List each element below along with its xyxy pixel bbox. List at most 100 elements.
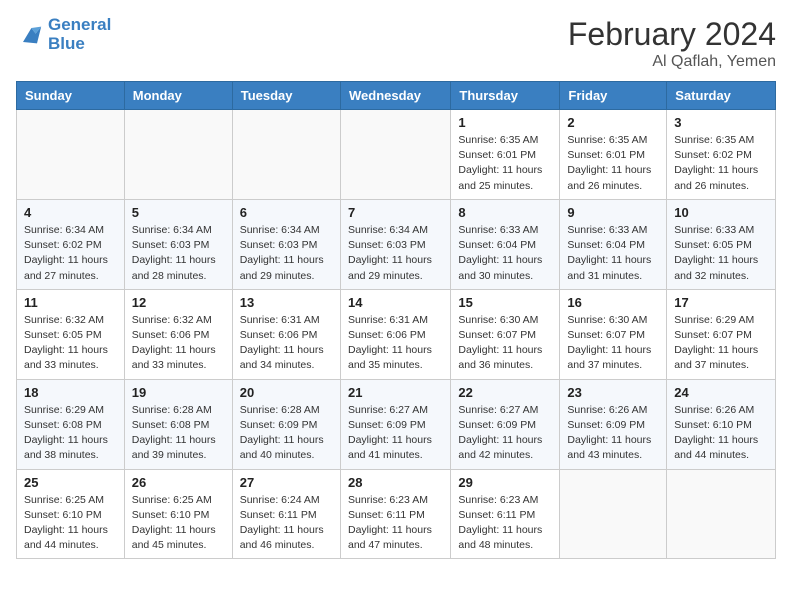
calendar-cell: 11Sunrise: 6:32 AMSunset: 6:05 PMDayligh… (17, 289, 125, 379)
calendar-cell: 26 Sunrise: 6:25 AMSunset: 6:10 PMDayligh… (124, 469, 232, 559)
col-header-thursday: Thursday (451, 82, 560, 110)
calendar-cell: 5 Sunrise: 6:34 AMSunset: 6:03 PMDaylight… (124, 199, 232, 289)
day-info: Sunrise: 6:26 AMSunset: 6:09 PMDaylight:… (567, 403, 659, 464)
calendar-cell: 8 Sunrise: 6:33 AMSunset: 6:04 PMDaylight… (451, 199, 560, 289)
page-header: General Blue February 2024 Al Qaflah, Ye… (16, 16, 776, 71)
calendar-cell: 9 Sunrise: 6:33 AMSunset: 6:04 PMDaylight… (560, 199, 667, 289)
day-info: Sunrise: 6:35 AMSunset: 6:01 PMDaylight:… (567, 133, 659, 194)
day-number: 8 (458, 205, 552, 220)
day-number: 9 (567, 205, 659, 220)
day-number: 18 (24, 385, 117, 400)
day-info: Sunrise: 6:35 AMSunset: 6:01 PMDaylight:… (458, 133, 552, 194)
day-number: 2 (567, 115, 659, 130)
day-number: 22 (458, 385, 552, 400)
day-info: Sunrise: 6:32 AMSunset: 6:06 PMDaylight:… (132, 313, 225, 374)
day-info: Sunrise: 6:29 AMSunset: 6:08 PMDaylight:… (24, 403, 117, 464)
day-number: 25 (24, 475, 117, 490)
day-number: 14 (348, 295, 443, 310)
calendar-week-row: 1 Sunrise: 6:35 AMSunset: 6:01 PMDaylight… (17, 110, 776, 200)
location-subtitle: Al Qaflah, Yemen (568, 53, 776, 71)
calendar-week-row: 18 Sunrise: 6:29 AMSunset: 6:08 PMDayligh… (17, 379, 776, 469)
day-number: 28 (348, 475, 443, 490)
day-number: 13 (240, 295, 333, 310)
calendar-cell: 10Sunrise: 6:33 AMSunset: 6:05 PMDayligh… (667, 199, 776, 289)
calendar-cell: 20Sunrise: 6:28 AMSunset: 6:09 PMDayligh… (232, 379, 340, 469)
calendar-cell (17, 110, 125, 200)
day-info: Sunrise: 6:34 AMSunset: 6:03 PMDaylight:… (240, 223, 333, 284)
day-info: Sunrise: 6:26 AMSunset: 6:10 PMDaylight:… (674, 403, 768, 464)
day-number: 6 (240, 205, 333, 220)
day-number: 17 (674, 295, 768, 310)
calendar-cell: 22 Sunrise: 6:27 AMSunset: 6:09 PMDayligh… (451, 379, 560, 469)
day-number: 21 (348, 385, 443, 400)
calendar-week-row: 4 Sunrise: 6:34 AMSunset: 6:02 PMDaylight… (17, 199, 776, 289)
logo-icon (16, 21, 44, 49)
calendar-week-row: 11Sunrise: 6:32 AMSunset: 6:05 PMDayligh… (17, 289, 776, 379)
day-number: 29 (458, 475, 552, 490)
day-info: Sunrise: 6:33 AMSunset: 6:05 PMDaylight:… (674, 223, 768, 284)
day-number: 15 (458, 295, 552, 310)
day-info: Sunrise: 6:30 AMSunset: 6:07 PMDaylight:… (458, 313, 552, 374)
day-number: 19 (132, 385, 225, 400)
logo-text: General Blue (48, 16, 111, 53)
day-info: Sunrise: 6:34 AMSunset: 6:02 PMDaylight:… (24, 223, 117, 284)
calendar-cell: 1 Sunrise: 6:35 AMSunset: 6:01 PMDaylight… (451, 110, 560, 200)
calendar-cell: 6 Sunrise: 6:34 AMSunset: 6:03 PMDaylight… (232, 199, 340, 289)
col-header-saturday: Saturday (667, 82, 776, 110)
calendar-cell: 19 Sunrise: 6:28 AMSunset: 6:08 PMDayligh… (124, 379, 232, 469)
col-header-monday: Monday (124, 82, 232, 110)
calendar-cell (340, 110, 450, 200)
calendar-cell: 13 Sunrise: 6:31 AMSunset: 6:06 PMDayligh… (232, 289, 340, 379)
day-info: Sunrise: 6:34 AMSunset: 6:03 PMDaylight:… (132, 223, 225, 284)
day-info: Sunrise: 6:23 AMSunset: 6:11 PMDaylight:… (348, 493, 443, 554)
calendar-cell: 4 Sunrise: 6:34 AMSunset: 6:02 PMDaylight… (17, 199, 125, 289)
calendar-cell (560, 469, 667, 559)
calendar-cell (667, 469, 776, 559)
calendar-cell: 23 Sunrise: 6:26 AMSunset: 6:09 PMDayligh… (560, 379, 667, 469)
col-header-friday: Friday (560, 82, 667, 110)
calendar-cell: 24 Sunrise: 6:26 AMSunset: 6:10 PMDayligh… (667, 379, 776, 469)
day-info: Sunrise: 6:35 AMSunset: 6:02 PMDaylight:… (674, 133, 768, 194)
calendar-cell: 27Sunrise: 6:24 AMSunset: 6:11 PMDayligh… (232, 469, 340, 559)
day-info: Sunrise: 6:27 AMSunset: 6:09 PMDaylight:… (458, 403, 552, 464)
day-info: Sunrise: 6:23 AMSunset: 6:11 PMDaylight:… (458, 493, 552, 554)
calendar-cell: 21 Sunrise: 6:27 AMSunset: 6:09 PMDayligh… (340, 379, 450, 469)
day-info: Sunrise: 6:25 AMSunset: 6:10 PMDaylight:… (132, 493, 225, 554)
day-info: Sunrise: 6:34 AMSunset: 6:03 PMDaylight:… (348, 223, 443, 284)
day-number: 7 (348, 205, 443, 220)
calendar-cell: 17Sunrise: 6:29 AMSunset: 6:07 PMDayligh… (667, 289, 776, 379)
day-number: 5 (132, 205, 225, 220)
day-number: 16 (567, 295, 659, 310)
col-header-tuesday: Tuesday (232, 82, 340, 110)
calendar-cell: 16 Sunrise: 6:30 AMSunset: 6:07 PMDayligh… (560, 289, 667, 379)
calendar-cell: 25 Sunrise: 6:25 AMSunset: 6:10 PMDayligh… (17, 469, 125, 559)
day-info: Sunrise: 6:25 AMSunset: 6:10 PMDaylight:… (24, 493, 117, 554)
day-number: 12 (132, 295, 225, 310)
calendar-cell: 2 Sunrise: 6:35 AMSunset: 6:01 PMDaylight… (560, 110, 667, 200)
day-info: Sunrise: 6:32 AMSunset: 6:05 PMDaylight:… (24, 313, 117, 374)
calendar-week-row: 25 Sunrise: 6:25 AMSunset: 6:10 PMDayligh… (17, 469, 776, 559)
day-number: 3 (674, 115, 768, 130)
day-info: Sunrise: 6:28 AMSunset: 6:09 PMDaylight:… (240, 403, 333, 464)
day-number: 1 (458, 115, 552, 130)
day-info: Sunrise: 6:33 AMSunset: 6:04 PMDaylight:… (458, 223, 552, 284)
day-info: Sunrise: 6:31 AMSunset: 6:06 PMDaylight:… (348, 313, 443, 374)
col-header-wednesday: Wednesday (340, 82, 450, 110)
day-info: Sunrise: 6:28 AMSunset: 6:08 PMDaylight:… (132, 403, 225, 464)
calendar-cell (232, 110, 340, 200)
calendar-cell: 3 Sunrise: 6:35 AMSunset: 6:02 PMDaylight… (667, 110, 776, 200)
day-number: 26 (132, 475, 225, 490)
calendar-cell: 29 Sunrise: 6:23 AMSunset: 6:11 PMDayligh… (451, 469, 560, 559)
day-number: 23 (567, 385, 659, 400)
day-info: Sunrise: 6:31 AMSunset: 6:06 PMDaylight:… (240, 313, 333, 374)
day-number: 27 (240, 475, 333, 490)
day-info: Sunrise: 6:30 AMSunset: 6:07 PMDaylight:… (567, 313, 659, 374)
day-info: Sunrise: 6:33 AMSunset: 6:04 PMDaylight:… (567, 223, 659, 284)
calendar-header-row: SundayMondayTuesdayWednesdayThursdayFrid… (17, 82, 776, 110)
day-number: 24 (674, 385, 768, 400)
calendar-cell: 18 Sunrise: 6:29 AMSunset: 6:08 PMDayligh… (17, 379, 125, 469)
calendar-cell: 12 Sunrise: 6:32 AMSunset: 6:06 PMDayligh… (124, 289, 232, 379)
day-number: 4 (24, 205, 117, 220)
calendar-cell: 28 Sunrise: 6:23 AMSunset: 6:11 PMDayligh… (340, 469, 450, 559)
day-info: Sunrise: 6:27 AMSunset: 6:09 PMDaylight:… (348, 403, 443, 464)
